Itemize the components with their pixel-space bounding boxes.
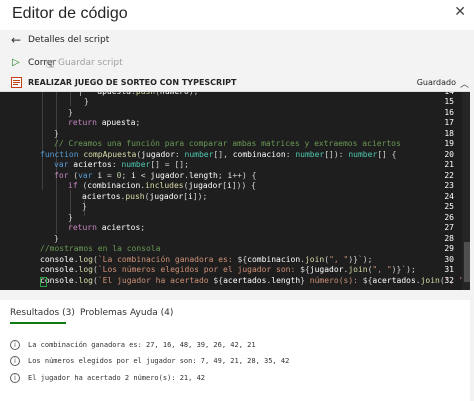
result-text: La combinación ganadora es: 27, 16, 48, … bbox=[28, 341, 256, 349]
results-panel: Resultados (3) Problemas Ayuda (4) i La … bbox=[0, 300, 474, 401]
page-scrollbar[interactable] bbox=[470, 30, 474, 401]
save-status: Guardado bbox=[416, 78, 456, 87]
page-title: Editor de código bbox=[12, 5, 128, 22]
active-tab-indicator bbox=[10, 322, 66, 324]
text-cursor bbox=[40, 277, 47, 287]
line-number: 30 bbox=[444, 255, 454, 264]
toolbar: ▷ Correr 🖫 Guardar script bbox=[0, 52, 474, 74]
line-number: 18 bbox=[444, 129, 454, 138]
line-number: 24 bbox=[444, 192, 454, 201]
line-number: 27 bbox=[444, 223, 454, 232]
close-icon[interactable]: ✕ bbox=[454, 4, 466, 20]
code-editor[interactable]: | apuesta.push(numero); } } return apues… bbox=[0, 92, 474, 290]
tab-help[interactable]: Ayuda (4) bbox=[130, 308, 173, 318]
back-arrow-icon[interactable]: ← bbox=[11, 33, 21, 47]
save-button: Guardar script bbox=[58, 58, 123, 68]
line-number: 26 bbox=[444, 213, 454, 222]
line-number: 20 bbox=[444, 150, 454, 159]
line-number: 16 bbox=[444, 108, 454, 117]
line-number-gutter bbox=[0, 92, 38, 290]
line-number: 31 bbox=[444, 265, 454, 274]
result-text: El jugador ha acertado 2 número(s): 21, … bbox=[28, 374, 206, 382]
back-navigation[interactable]: ← Detalles del script bbox=[0, 30, 474, 52]
header: Editor de código ✕ bbox=[0, 0, 474, 30]
line-number: 28 bbox=[444, 234, 454, 243]
save-icon: 🖫 bbox=[46, 59, 55, 70]
chevron-up-icon[interactable]: ︿ bbox=[460, 77, 469, 90]
script-name: REALIZAR JUEGO DE SORTEO CON TYPESCRIPT bbox=[28, 78, 237, 87]
line-number: 17 bbox=[444, 118, 454, 127]
panel-divider bbox=[0, 290, 474, 300]
back-label[interactable]: Detalles del script bbox=[28, 35, 109, 45]
line-number: 29 bbox=[444, 244, 454, 253]
line-number: 22 bbox=[444, 171, 454, 180]
play-icon[interactable]: ▷ bbox=[12, 57, 20, 68]
result-text: Los números elegidos por el jugador son:… bbox=[28, 357, 290, 365]
info-icon: i bbox=[10, 373, 20, 383]
info-icon: i bbox=[10, 356, 20, 366]
script-file-icon bbox=[11, 77, 22, 88]
script-info-bar: REALIZAR JUEGO DE SORTEO CON TYPESCRIPT … bbox=[0, 74, 474, 92]
tab-problems[interactable]: Problemas bbox=[80, 308, 127, 318]
line-number: 25 bbox=[444, 202, 454, 211]
line-number: 19 bbox=[444, 139, 454, 148]
app-window: Editor de código ✕ ← Detalles del script… bbox=[0, 0, 474, 401]
line-number: 15 bbox=[444, 97, 454, 106]
line-number: 32 bbox=[444, 276, 454, 285]
tab-results[interactable]: Resultados (3) bbox=[10, 308, 75, 318]
line-number: 21 bbox=[444, 160, 454, 169]
info-icon: i bbox=[10, 340, 20, 350]
line-number: 23 bbox=[444, 181, 454, 190]
code-area[interactable]: | apuesta.push(numero); } } return apues… bbox=[40, 92, 474, 290]
